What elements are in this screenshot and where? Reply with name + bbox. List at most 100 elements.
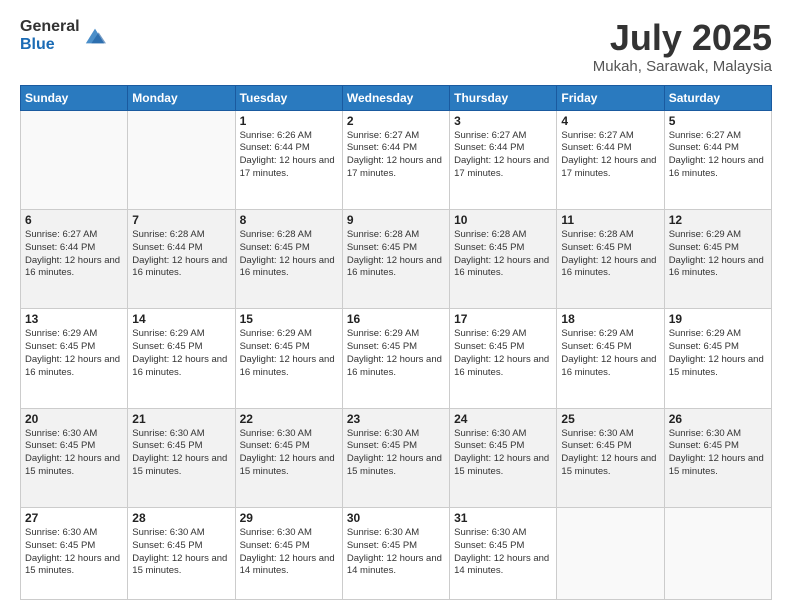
table-row: 27 Sunrise: 6:30 AMSunset: 6:45 PMDayligh… (21, 507, 128, 599)
table-row: 28Sunrise: 6:30 AMSunset: 6:45 PMDayligh… (128, 507, 235, 599)
day-info: Sunrise: 6:30 AMSunset: 6:45 PMDaylight:… (132, 428, 230, 479)
day-info: Sunrise: 6:29 AMSunset: 6:45 PMDaylight:… (669, 229, 767, 280)
day-info: Sunrise: 6:26 AMSunset: 6:44 PMDaylight:… (240, 130, 338, 181)
day-number: 4 (561, 114, 659, 128)
day-info: Sunrise: 6:27 AMSunset: 6:44 PMDaylight:… (347, 130, 445, 181)
day-number: 24 (454, 412, 552, 426)
table-row: 11 Sunrise: 6:28 AMSunset: 6:45 PMDayligh… (557, 209, 664, 308)
table-row: 29Sunrise: 6:30 AMSunset: 6:45 PMDayligh… (235, 507, 342, 599)
table-row: 13 Sunrise: 6:29 AMSunset: 6:45 PMDayligh… (21, 309, 128, 408)
day-info: Sunrise: 6:28 AMSunset: 6:45 PMDaylight:… (561, 229, 659, 280)
day-number: 9 (347, 213, 445, 227)
day-number: 13 (25, 312, 123, 326)
table-row: 8 Sunrise: 6:28 AMSunset: 6:45 PMDaylight… (235, 209, 342, 308)
col-monday: Monday (128, 85, 235, 110)
day-number: 1 (240, 114, 338, 128)
table-row: 30 Sunrise: 6:30 AMSunset: 6:45 PMDayligh… (342, 507, 449, 599)
col-tuesday: Tuesday (235, 85, 342, 110)
table-row: 6Sunrise: 6:27 AMSunset: 6:44 PMDaylight… (21, 209, 128, 308)
table-row: 1 Sunrise: 6:26 AMSunset: 6:44 PMDaylight… (235, 110, 342, 209)
col-saturday: Saturday (664, 85, 771, 110)
day-info: Sunrise: 6:27 AMSunset: 6:44 PMDaylight:… (561, 130, 659, 181)
table-row (557, 507, 664, 599)
col-friday: Friday (557, 85, 664, 110)
day-info: Sunrise: 6:28 AMSunset: 6:45 PMDaylight:… (454, 229, 552, 280)
day-number: 5 (669, 114, 767, 128)
day-number: 25 (561, 412, 659, 426)
table-row: 7 Sunrise: 6:28 AMSunset: 6:44 PMDaylight… (128, 209, 235, 308)
day-number: 26 (669, 412, 767, 426)
day-info: Sunrise: 6:29 AMSunset: 6:45 PMDaylight:… (240, 328, 338, 379)
day-number: 19 (669, 312, 767, 326)
table-row: 9 Sunrise: 6:28 AMSunset: 6:45 PMDaylight… (342, 209, 449, 308)
table-row: 2Sunrise: 6:27 AMSunset: 6:44 PMDaylight… (342, 110, 449, 209)
day-info: Sunrise: 6:29 AMSunset: 6:45 PMDaylight:… (454, 328, 552, 379)
calendar-week-row: 20 Sunrise: 6:30 AMSunset: 6:45 PMDayligh… (21, 408, 772, 507)
day-info: Sunrise: 6:30 AMSunset: 6:45 PMDaylight:… (454, 527, 552, 578)
day-info: Sunrise: 6:30 AMSunset: 6:45 PMDaylight:… (25, 527, 123, 578)
day-number: 28 (132, 511, 230, 525)
day-info: Sunrise: 6:29 AMSunset: 6:45 PMDaylight:… (25, 328, 123, 379)
day-number: 11 (561, 213, 659, 227)
day-info: Sunrise: 6:29 AMSunset: 6:45 PMDaylight:… (669, 328, 767, 379)
day-info: Sunrise: 6:28 AMSunset: 6:45 PMDaylight:… (347, 229, 445, 280)
day-number: 17 (454, 312, 552, 326)
table-row: 17 Sunrise: 6:29 AMSunset: 6:45 PMDayligh… (450, 309, 557, 408)
day-number: 22 (240, 412, 338, 426)
calendar-week-row: 27 Sunrise: 6:30 AMSunset: 6:45 PMDayligh… (21, 507, 772, 599)
day-info: Sunrise: 6:29 AMSunset: 6:45 PMDaylight:… (347, 328, 445, 379)
day-info: Sunrise: 6:30 AMSunset: 6:45 PMDaylight:… (347, 428, 445, 479)
table-row: 26 Sunrise: 6:30 AMSunset: 6:45 PMDayligh… (664, 408, 771, 507)
day-number: 21 (132, 412, 230, 426)
day-info: Sunrise: 6:30 AMSunset: 6:45 PMDaylight:… (25, 428, 123, 479)
calendar-week-row: 6Sunrise: 6:27 AMSunset: 6:44 PMDaylight… (21, 209, 772, 308)
day-number: 15 (240, 312, 338, 326)
table-row: 31 Sunrise: 6:30 AMSunset: 6:45 PMDayligh… (450, 507, 557, 599)
day-info: Sunrise: 6:27 AMSunset: 6:44 PMDaylight:… (25, 229, 123, 280)
day-number: 20 (25, 412, 123, 426)
calendar-header-row: Sunday Monday Tuesday Wednesday Thursday… (21, 85, 772, 110)
day-info: Sunrise: 6:28 AMSunset: 6:44 PMDaylight:… (132, 229, 230, 280)
day-number: 12 (669, 213, 767, 227)
day-info: Sunrise: 6:30 AMSunset: 6:45 PMDaylight:… (347, 527, 445, 578)
day-number: 18 (561, 312, 659, 326)
table-row: 16Sunrise: 6:29 AMSunset: 6:45 PMDayligh… (342, 309, 449, 408)
table-row: 23Sunrise: 6:30 AMSunset: 6:45 PMDayligh… (342, 408, 449, 507)
table-row: 10 Sunrise: 6:28 AMSunset: 6:45 PMDayligh… (450, 209, 557, 308)
day-number: 30 (347, 511, 445, 525)
col-sunday: Sunday (21, 85, 128, 110)
title-block: July 2025 Mukah, Sarawak, Malaysia (593, 18, 772, 75)
table-row: 12 Sunrise: 6:29 AMSunset: 6:45 PMDayligh… (664, 209, 771, 308)
calendar-week-row: 13 Sunrise: 6:29 AMSunset: 6:45 PMDayligh… (21, 309, 772, 408)
day-info: Sunrise: 6:30 AMSunset: 6:45 PMDaylight:… (240, 527, 338, 578)
table-row: 21 Sunrise: 6:30 AMSunset: 6:45 PMDayligh… (128, 408, 235, 507)
calendar-week-row: 1 Sunrise: 6:26 AMSunset: 6:44 PMDaylight… (21, 110, 772, 209)
day-number: 31 (454, 511, 552, 525)
day-number: 8 (240, 213, 338, 227)
table-row: 19 Sunrise: 6:29 AMSunset: 6:45 PMDayligh… (664, 309, 771, 408)
table-row: 22 Sunrise: 6:30 AMSunset: 6:45 PMDayligh… (235, 408, 342, 507)
day-number: 7 (132, 213, 230, 227)
table-row: 3Sunrise: 6:27 AMSunset: 6:44 PMDaylight… (450, 110, 557, 209)
day-info: Sunrise: 6:30 AMSunset: 6:45 PMDaylight:… (561, 428, 659, 479)
logo-blue: Blue (20, 36, 80, 54)
day-info: Sunrise: 6:30 AMSunset: 6:45 PMDaylight:… (669, 428, 767, 479)
day-number: 14 (132, 312, 230, 326)
col-wednesday: Wednesday (342, 85, 449, 110)
day-info: Sunrise: 6:28 AMSunset: 6:45 PMDaylight:… (240, 229, 338, 280)
day-number: 3 (454, 114, 552, 128)
table-row: 20 Sunrise: 6:30 AMSunset: 6:45 PMDayligh… (21, 408, 128, 507)
table-row: 14 Sunrise: 6:29 AMSunset: 6:45 PMDayligh… (128, 309, 235, 408)
day-info: Sunrise: 6:27 AMSunset: 6:44 PMDaylight:… (669, 130, 767, 181)
table-row (664, 507, 771, 599)
page: General Blue July 2025 Mukah, Sarawak, M… (0, 0, 792, 612)
table-row: 4 Sunrise: 6:27 AMSunset: 6:44 PMDaylight… (557, 110, 664, 209)
day-number: 10 (454, 213, 552, 227)
logo-general: General (20, 18, 80, 36)
day-info: Sunrise: 6:29 AMSunset: 6:45 PMDaylight:… (561, 328, 659, 379)
day-info: Sunrise: 6:29 AMSunset: 6:45 PMDaylight:… (132, 328, 230, 379)
day-number: 27 (25, 511, 123, 525)
calendar-table: Sunday Monday Tuesday Wednesday Thursday… (20, 85, 772, 600)
day-info: Sunrise: 6:30 AMSunset: 6:45 PMDaylight:… (240, 428, 338, 479)
title-location: Mukah, Sarawak, Malaysia (593, 58, 772, 75)
